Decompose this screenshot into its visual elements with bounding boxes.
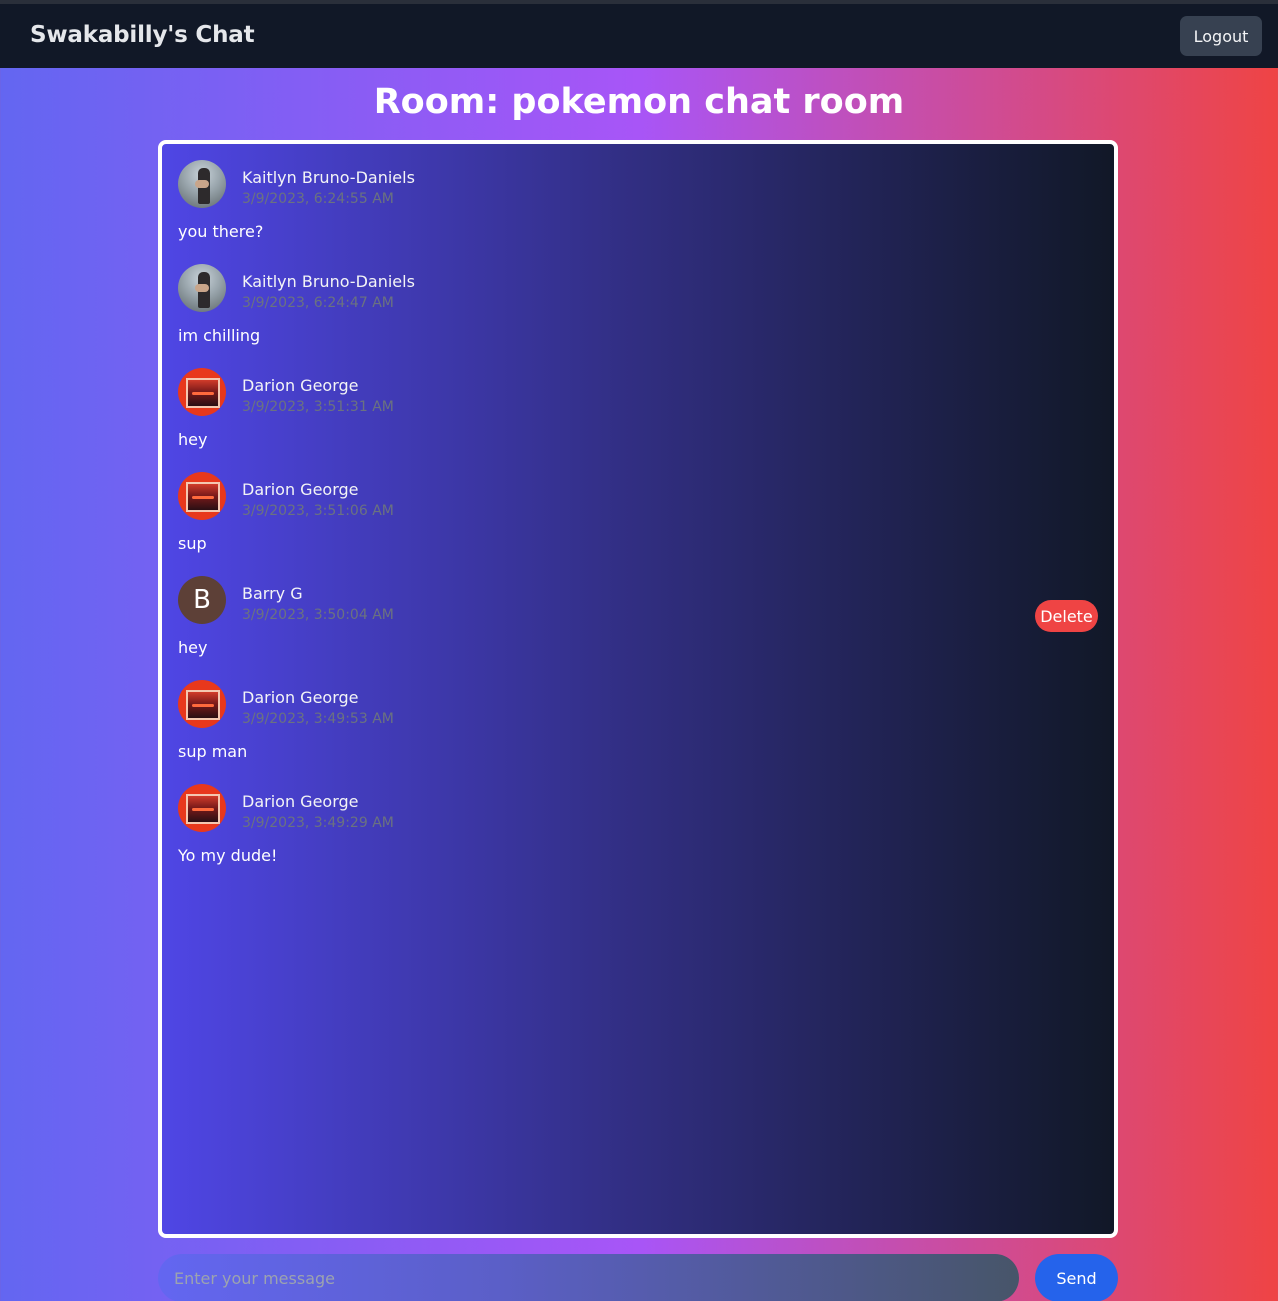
message-timestamp: 3/9/2023, 3:49:29 AM bbox=[242, 815, 394, 831]
message-timestamp: 3/9/2023, 6:24:55 AM bbox=[242, 191, 394, 207]
user-avatar bbox=[178, 264, 226, 312]
message-timestamp: 3/9/2023, 6:24:47 AM bbox=[242, 295, 394, 311]
message-username: Darion George bbox=[242, 688, 359, 707]
user-avatar bbox=[178, 680, 226, 728]
delete-message-button[interactable]: Delete bbox=[1035, 600, 1098, 632]
chat-messages-panel[interactable]: Kaitlyn Bruno-Daniels 3/9/2023, 6:24:55 … bbox=[158, 140, 1118, 1238]
message-item: Darion George 3/9/2023, 3:51:06 AM sup bbox=[178, 456, 1098, 560]
message-username: Darion George bbox=[242, 792, 359, 811]
message-item: Darion George 3/9/2023, 3:49:53 AM sup m… bbox=[178, 664, 1098, 768]
message-username: Darion George bbox=[242, 376, 359, 395]
message-item: Darion George 3/9/2023, 3:49:29 AM Yo my… bbox=[178, 768, 1098, 872]
user-avatar bbox=[178, 784, 226, 832]
user-avatar bbox=[178, 368, 226, 416]
message-item: Kaitlyn Bruno-Daniels 3/9/2023, 6:24:55 … bbox=[178, 144, 1098, 248]
message-text: you there? bbox=[178, 222, 264, 241]
user-avatar bbox=[178, 472, 226, 520]
message-username: Kaitlyn Bruno-Daniels bbox=[242, 168, 415, 187]
navbar: Swakabilly's Chat Logout bbox=[0, 4, 1278, 68]
message-text: hey bbox=[178, 430, 208, 449]
message-input[interactable] bbox=[158, 1254, 1019, 1301]
app-brand: Swakabilly's Chat bbox=[30, 22, 255, 48]
user-avatar: B bbox=[178, 576, 226, 624]
message-text: hey bbox=[178, 638, 208, 657]
message-item: B Barry G 3/9/2023, 3:50:04 AM hey Delet… bbox=[178, 560, 1098, 664]
message-timestamp: 3/9/2023, 3:49:53 AM bbox=[242, 711, 394, 727]
message-timestamp: 3/9/2023, 3:50:04 AM bbox=[242, 607, 394, 623]
message-username: Kaitlyn Bruno-Daniels bbox=[242, 272, 415, 291]
message-item: Kaitlyn Bruno-Daniels 3/9/2023, 6:24:47 … bbox=[178, 248, 1098, 352]
message-text: sup bbox=[178, 534, 207, 553]
message-item: Darion George 3/9/2023, 3:51:31 AM hey bbox=[178, 352, 1098, 456]
message-username: Darion George bbox=[242, 480, 359, 499]
message-timestamp: 3/9/2023, 3:51:31 AM bbox=[242, 399, 394, 415]
logout-button[interactable]: Logout bbox=[1180, 16, 1262, 56]
room-title: Room: pokemon chat room bbox=[373, 82, 905, 122]
message-text: sup man bbox=[178, 742, 248, 761]
message-username: Barry G bbox=[242, 584, 303, 603]
send-button[interactable]: Send bbox=[1035, 1254, 1118, 1301]
message-timestamp: 3/9/2023, 3:51:06 AM bbox=[242, 503, 394, 519]
message-input-wrapper bbox=[158, 1254, 1019, 1301]
message-text: im chilling bbox=[178, 326, 261, 345]
user-avatar bbox=[178, 160, 226, 208]
message-text: Yo my dude! bbox=[178, 846, 278, 865]
